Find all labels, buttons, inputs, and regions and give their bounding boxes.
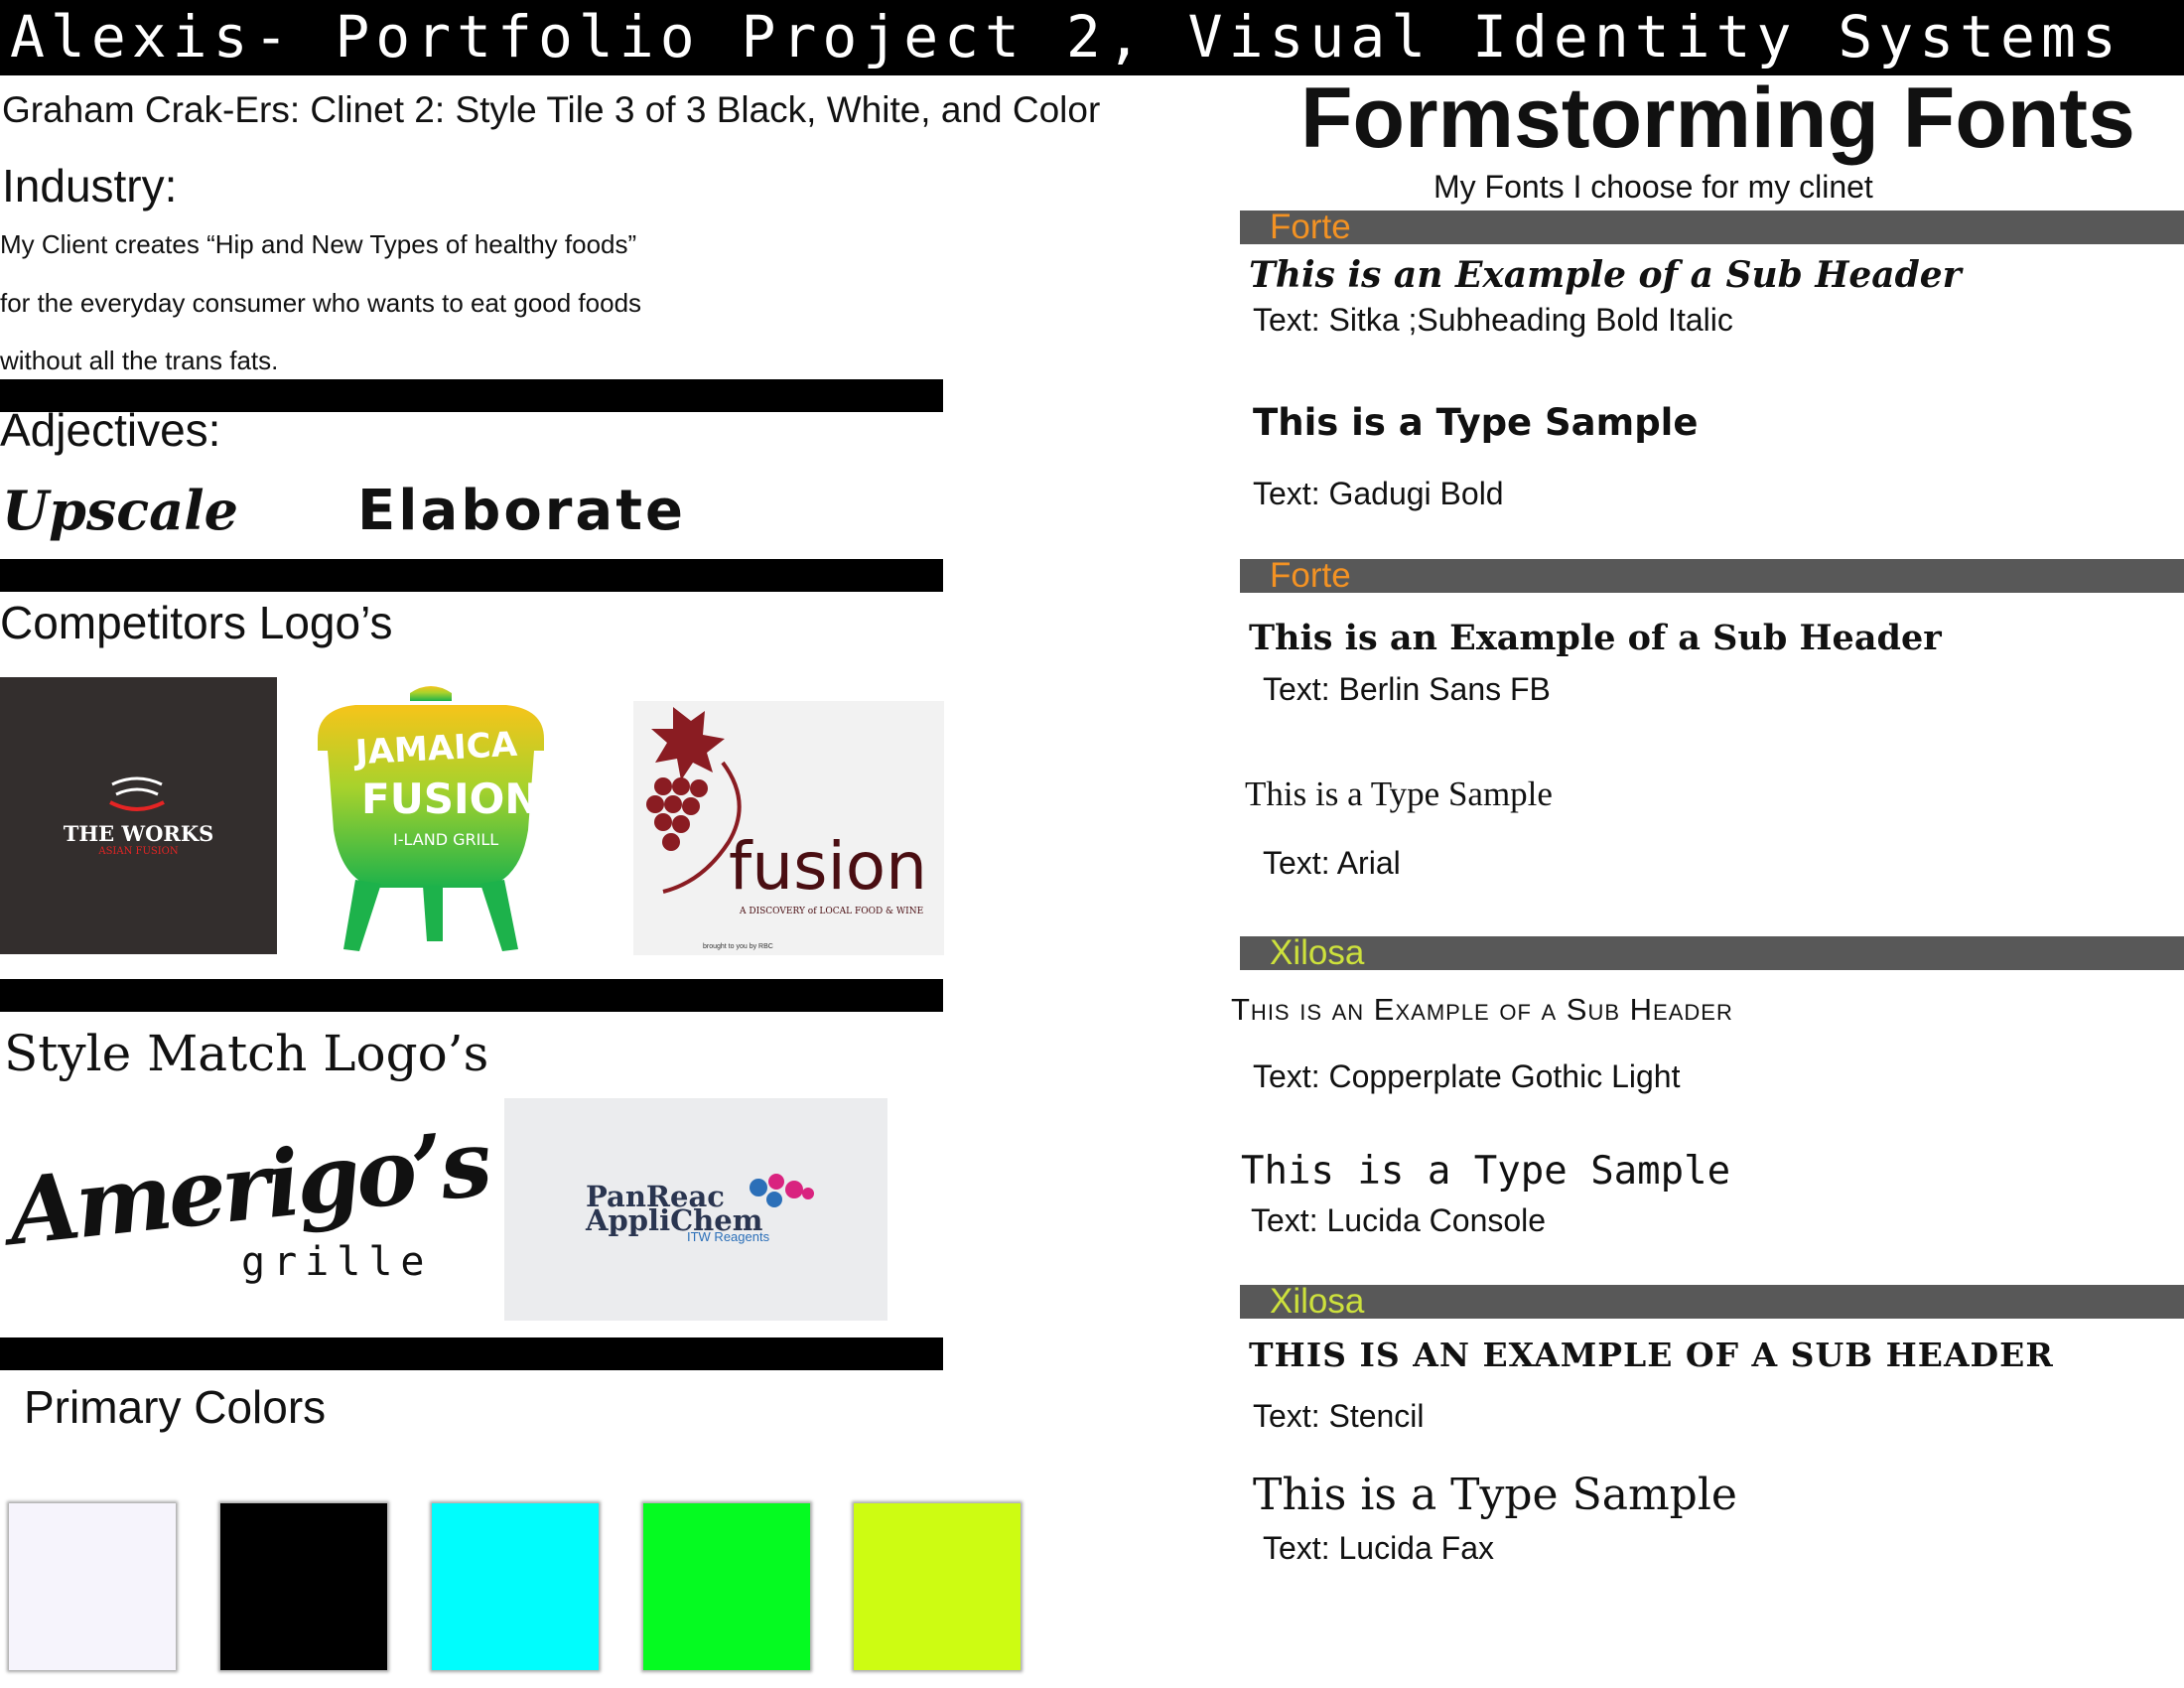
font-section-bar: Xilosa (1240, 1282, 2184, 1321)
section-divider (0, 979, 943, 1012)
steaming-bowl-icon (109, 776, 165, 811)
font-note: Text: Arial (1263, 845, 1401, 881)
sub-header-sample: This is an Example of a Sub Header (1231, 992, 1733, 1027)
color-swatch (220, 1503, 387, 1670)
font-section-label: Forte (1270, 208, 1351, 246)
fusion-tagline: A DISCOVERY of LOCAL FOOD & WINE (740, 907, 924, 916)
industry-line: without all the trans fats. (0, 346, 279, 375)
fusion-name: fusion (729, 828, 927, 905)
industry-heading: Industry: (2, 160, 178, 211)
fonts-subheading: My Fonts I choose for my clinet (1433, 169, 1873, 205)
sub-header-sample: This is an Example of a Sub Header (1249, 618, 1942, 658)
font-section-bar: Xilosa (1240, 933, 2184, 972)
type-sample: This is a Type Sample (1253, 401, 1699, 444)
fonts-heading: Formstorming Fonts (1300, 70, 2135, 166)
font-section-bar: Forte (1240, 208, 2184, 246)
colors-heading: Primary Colors (24, 1381, 327, 1433)
color-swatch (854, 1503, 1021, 1670)
adjectives-heading: Adjectives: (0, 404, 221, 456)
section-divider (0, 559, 943, 592)
industry-line: My Client creates “Hip and New Types of … (0, 229, 637, 259)
color-swatch (643, 1503, 810, 1670)
subtitle: Graham Crak-Ers: Clinet 2: Style Tile 3 … (2, 89, 1101, 130)
logo-the-works: THE WORKS ASIAN FUSION (0, 677, 277, 954)
font-note: Text: Berlin Sans FB (1263, 671, 1551, 707)
type-sample: This is a Type Sample (1253, 1470, 1737, 1520)
type-sample: This is a Type Sample (1241, 1149, 1731, 1194)
page-title: Alexis- Portfolio Project 2, Visual Iden… (10, 3, 2122, 70)
font-note: Text: Lucida Console (1251, 1202, 1547, 1238)
style-match-heading: Style Match Logo’s (4, 1025, 489, 1082)
adjective-elaborate: Elaborate (357, 479, 686, 543)
industry-line: for the everyday consumer who wants to e… (0, 288, 642, 318)
works-tagline: ASIAN FUSION (98, 846, 179, 857)
jamaica-line2: FUSION (361, 774, 540, 823)
amerigos-sub: grille (241, 1239, 433, 1285)
logo-amerigos: Amerigo’s grille (0, 1109, 493, 1321)
font-note: Text: Gadugi Bold (1253, 476, 1504, 511)
fusion-credit: brought to you by RBC (703, 943, 773, 950)
color-swatch (9, 1503, 176, 1670)
logo-panreac: PanReac AppliChem ITW Reagents (504, 1098, 887, 1321)
font-note: Text: Stencil (1253, 1398, 1425, 1434)
panreac-line3: ITW Reagents (687, 1229, 770, 1244)
competitors-heading: Competitors Logo’s (0, 597, 393, 648)
type-sample: This is a Type Sample (1245, 774, 1553, 813)
jamaica-line1: JAMAICA (354, 724, 518, 774)
sub-header-sample: THIS IS AN EXAMPLE OF A SUB HEADER (1249, 1336, 2054, 1374)
works-name: THE WORKS (63, 821, 214, 846)
font-note: Text: Sitka ;Subheading Bold Italic (1253, 302, 1733, 338)
section-divider (0, 1337, 943, 1370)
font-section-bar: Forte (1240, 556, 2184, 595)
font-section-label: Xilosa (1270, 933, 1365, 972)
font-note: Text: Lucida Fax (1263, 1530, 1494, 1566)
jamaica-line3: I-LAND GRILL (393, 830, 499, 849)
adjective-upscale: Upscale (2, 479, 238, 542)
sub-header-sample: This is an Example of a Sub Header (1249, 254, 1962, 296)
logo-jamaica-fusion: JAMAICA FUSION I-LAND GRILL (316, 681, 546, 955)
logo-fusion: fusion A DISCOVERY of LOCAL FOOD & WINE … (633, 701, 944, 955)
font-note: Text: Copperplate Gothic Light (1253, 1058, 1681, 1094)
font-section-label: Xilosa (1270, 1282, 1365, 1321)
font-section-label: Forte (1270, 556, 1351, 595)
color-swatch (432, 1503, 599, 1670)
